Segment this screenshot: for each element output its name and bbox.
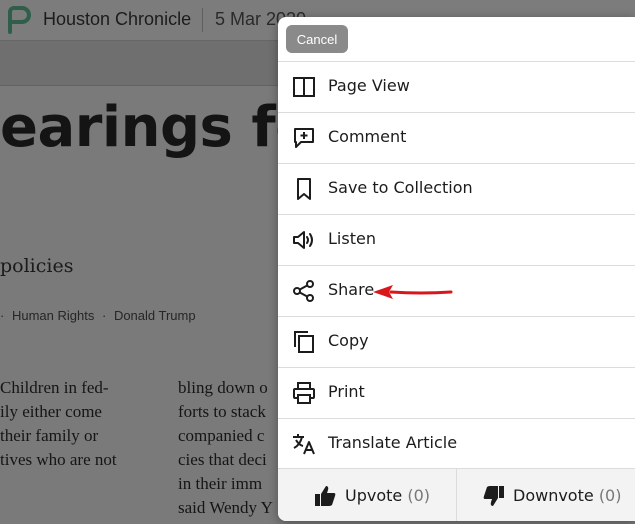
sheet-header: Cancel: [278, 17, 635, 61]
menu-item-label: Save to Collection: [328, 178, 473, 197]
menu-item-save-to-collection[interactable]: Save to Collection: [278, 163, 635, 214]
menu-item-label: Translate Article: [328, 433, 458, 452]
bookmark-icon: [297, 178, 311, 200]
article-column-2: bling down o forts to stack companied c …: [178, 376, 273, 520]
downvote-label: Downvote (0): [513, 486, 622, 505]
menu-item-label: Page View: [328, 76, 410, 95]
translate-icon: [293, 434, 315, 455]
text-line: said Wendy Y: [178, 498, 273, 517]
text-line: ily either come: [0, 402, 102, 421]
menu-item-copy[interactable]: Copy: [278, 316, 635, 367]
menu-item-comment[interactable]: Comment: [278, 112, 635, 163]
upvote-button[interactable]: Upvote (0): [278, 469, 456, 521]
page-view-icon: [293, 77, 315, 97]
article-column-1: Children in fed- ily either come their f…: [0, 376, 117, 472]
text-line: companied c: [178, 426, 265, 445]
article-action-sheet: Cancel Page View Comment Save to Collect…: [278, 17, 635, 521]
upvote-count: (0): [407, 486, 431, 505]
text-line: forts to stack: [178, 402, 266, 421]
tag-separator: ·: [101, 308, 107, 323]
menu-item-page-view[interactable]: Page View: [278, 61, 635, 112]
speaker-icon: [293, 231, 313, 249]
publication-name[interactable]: Houston Chronicle: [43, 9, 191, 30]
menu-item-print[interactable]: Print: [278, 367, 635, 418]
text-line: their family or: [0, 426, 99, 445]
action-menu: Page View Comment Save to Collection Lis…: [278, 61, 635, 469]
downvote-button[interactable]: Downvote (0): [456, 469, 635, 521]
thumbs-down-icon: [483, 486, 504, 506]
menu-item-label: Comment: [328, 127, 407, 146]
text-line: cies that deci: [178, 450, 267, 469]
tag-human-rights[interactable]: Human Rights: [12, 308, 94, 323]
text-line: in their imm: [178, 474, 263, 493]
tag-separator: ·: [0, 308, 5, 323]
header-divider: [202, 8, 203, 32]
article-tags: · Human Rights · Donald Trump: [0, 308, 200, 323]
text-line: Children in fed-: [0, 378, 109, 397]
share-icon: [293, 280, 314, 302]
cancel-button[interactable]: Cancel: [286, 25, 348, 53]
copy-icon: [294, 331, 314, 353]
menu-item-share[interactable]: Share: [278, 265, 635, 316]
article-subhead: policies: [0, 255, 74, 277]
menu-item-label: Share: [328, 280, 375, 299]
pressreader-logo-icon: [8, 6, 31, 34]
text-line: bling down o: [178, 378, 268, 397]
menu-item-translate-article[interactable]: Translate Article: [278, 418, 635, 469]
vote-bar: Upvote (0) Downvote (0): [278, 468, 635, 521]
menu-item-label: Listen: [328, 229, 376, 248]
menu-item-label: Copy: [328, 331, 369, 350]
menu-item-label: Print: [328, 382, 365, 401]
menu-item-listen[interactable]: Listen: [278, 214, 635, 265]
upvote-label: Upvote (0): [345, 486, 431, 505]
comment-icon: [294, 128, 314, 148]
text-line: tives who are not: [0, 450, 117, 469]
downvote-count: (0): [598, 486, 622, 505]
annotation-arrow-icon: [373, 285, 453, 299]
thumbs-up-icon: [315, 486, 336, 506]
tag-donald-trump[interactable]: Donald Trump: [114, 308, 196, 323]
printer-icon: [293, 382, 315, 404]
